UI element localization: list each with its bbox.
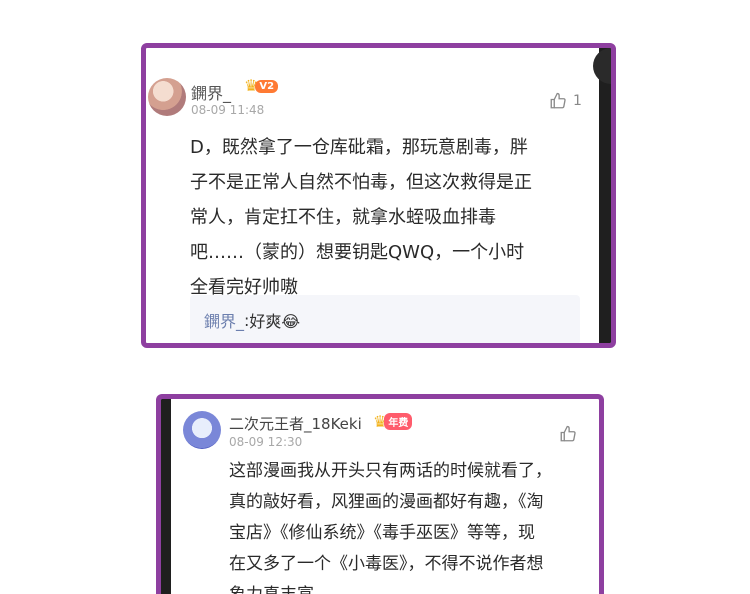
username[interactable]: 二次元王者_18Keki (229, 413, 362, 434)
like-button[interactable]: 1 (549, 92, 582, 110)
comment-text: D，既然拿了一仓库砒霜，那玩意剧毒，胖 子不是正常人自然不怕毒，但这次救得是正 … (190, 137, 532, 298)
thumbs-up-icon (550, 92, 566, 109)
avatar[interactable] (183, 411, 221, 449)
level-badge: ♛ V2 (244, 78, 279, 94)
comment-card: 二次元王者_18Keki ♛ 年费 08-09 12:30 这部漫画我从开头只有… (156, 394, 604, 594)
reply-preview[interactable]: 鐦界_: 好爽😂 (190, 295, 580, 343)
reply-text: 好爽😂 (249, 312, 301, 331)
card-edge-strip (161, 399, 171, 594)
timestamp: 08-09 11:48 (191, 103, 265, 117)
comment-text: 这部漫画我从开头只有两话的时候就看了， 真的敲好看，风狸画的漫画都好有趣，《淘 … (229, 461, 552, 594)
thumbs-up-icon (560, 425, 576, 442)
level-label: 年费 (384, 413, 413, 430)
comment-card: 鐦界_ ♛ V2 08-09 11:48 1 D，既然拿了一仓库砒霜，那玩意剧毒… (141, 43, 616, 348)
like-count: 1 (573, 93, 582, 109)
username[interactable]: 鐦界_ (191, 80, 231, 104)
avatar[interactable] (148, 78, 186, 116)
card-edge-button (593, 48, 611, 84)
timestamp: 08-09 12:30 (229, 435, 303, 449)
reply-author[interactable]: 鐦界_ (204, 308, 244, 332)
level-badge: ♛ 年费 (373, 413, 413, 430)
like-button[interactable] (559, 425, 583, 443)
level-label: V2 (255, 79, 279, 93)
card-edge-strip (599, 48, 611, 343)
